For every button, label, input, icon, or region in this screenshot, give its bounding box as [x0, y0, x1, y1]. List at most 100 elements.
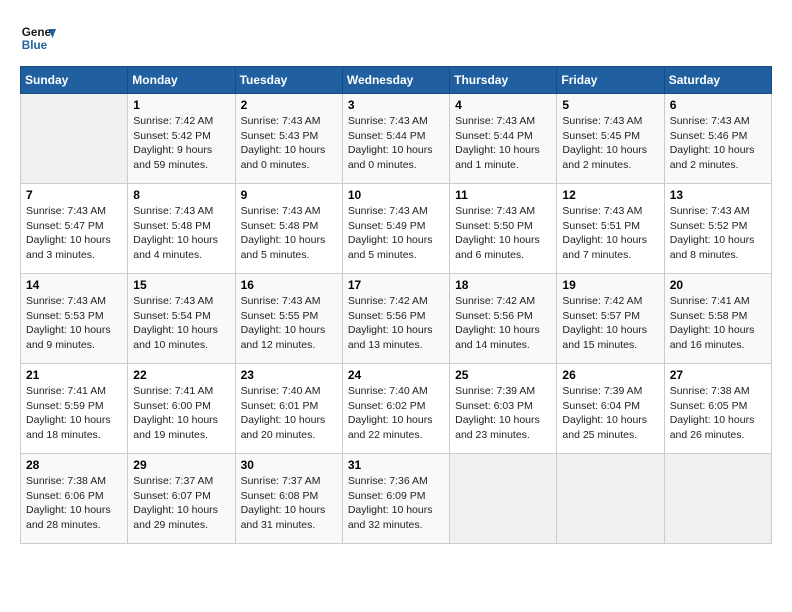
- calendar-day-cell: 20 Sunrise: 7:41 AM Sunset: 5:58 PM Dayli…: [664, 274, 771, 364]
- day-info: Sunrise: 7:43 AM Sunset: 5:53 PM Dayligh…: [26, 294, 122, 353]
- day-info: Sunrise: 7:42 AM Sunset: 5:56 PM Dayligh…: [348, 294, 444, 353]
- calendar-day-cell: 18 Sunrise: 7:42 AM Sunset: 5:56 PM Dayli…: [450, 274, 557, 364]
- day-number: 19: [562, 278, 658, 292]
- day-number: 25: [455, 368, 551, 382]
- day-of-week-header: Tuesday: [235, 67, 342, 94]
- day-info: Sunrise: 7:41 AM Sunset: 5:58 PM Dayligh…: [670, 294, 766, 353]
- day-info: Sunrise: 7:43 AM Sunset: 5:51 PM Dayligh…: [562, 204, 658, 263]
- day-info: Sunrise: 7:38 AM Sunset: 6:06 PM Dayligh…: [26, 474, 122, 533]
- day-number: 8: [133, 188, 229, 202]
- day-info: Sunrise: 7:43 AM Sunset: 5:46 PM Dayligh…: [670, 114, 766, 173]
- logo: General Blue: [20, 20, 30, 56]
- calendar-day-cell: 2Sunrise: 7:43 AM Sunset: 5:43 PM Daylig…: [235, 94, 342, 184]
- day-number: 31: [348, 458, 444, 472]
- day-number: 13: [670, 188, 766, 202]
- day-info: Sunrise: 7:40 AM Sunset: 6:01 PM Dayligh…: [241, 384, 337, 443]
- day-number: 18: [455, 278, 551, 292]
- calendar-day-cell: 10 Sunrise: 7:43 AM Sunset: 5:49 PM Dayli…: [342, 184, 449, 274]
- calendar-day-cell: 14Sunrise: 7:43 AM Sunset: 5:53 PM Dayli…: [21, 274, 128, 364]
- day-info: Sunrise: 7:43 AM Sunset: 5:49 PM Dayligh…: [348, 204, 444, 263]
- day-number: 16: [241, 278, 337, 292]
- calendar-day-cell: [664, 454, 771, 544]
- calendar-day-cell: [450, 454, 557, 544]
- day-info: Sunrise: 7:36 AM Sunset: 6:09 PM Dayligh…: [348, 474, 444, 533]
- day-number: 22: [133, 368, 229, 382]
- calendar-day-cell: 11 Sunrise: 7:43 AM Sunset: 5:50 PM Dayli…: [450, 184, 557, 274]
- day-info: Sunrise: 7:43 AM Sunset: 5:48 PM Dayligh…: [241, 204, 337, 263]
- day-number: 6: [670, 98, 766, 112]
- calendar-day-cell: 26Sunrise: 7:39 AM Sunset: 6:04 PM Dayli…: [557, 364, 664, 454]
- day-info: Sunrise: 7:41 AM Sunset: 5:59 PM Dayligh…: [26, 384, 122, 443]
- day-number: 15: [133, 278, 229, 292]
- day-number: 30: [241, 458, 337, 472]
- day-info: Sunrise: 7:39 AM Sunset: 6:04 PM Dayligh…: [562, 384, 658, 443]
- calendar-day-cell: 12 Sunrise: 7:43 AM Sunset: 5:51 PM Dayli…: [557, 184, 664, 274]
- calendar-day-cell: 17 Sunrise: 7:42 AM Sunset: 5:56 PM Dayli…: [342, 274, 449, 364]
- calendar-day-cell: 16 Sunrise: 7:43 AM Sunset: 5:55 PM Dayli…: [235, 274, 342, 364]
- calendar-table: SundayMondayTuesdayWednesdayThursdayFrid…: [20, 66, 772, 544]
- day-info: Sunrise: 7:43 AM Sunset: 5:43 PM Dayligh…: [241, 114, 337, 173]
- calendar-day-cell: 15 Sunrise: 7:43 AM Sunset: 5:54 PM Dayli…: [128, 274, 235, 364]
- calendar-day-cell: 6 Sunrise: 7:43 AM Sunset: 5:46 PM Daylig…: [664, 94, 771, 184]
- day-info: Sunrise: 7:43 AM Sunset: 5:47 PM Dayligh…: [26, 204, 122, 263]
- calendar-day-cell: 23 Sunrise: 7:40 AM Sunset: 6:01 PM Dayli…: [235, 364, 342, 454]
- calendar-week-row: 1 Sunrise: 7:42 AM Sunset: 5:42 PM Daylig…: [21, 94, 772, 184]
- calendar-week-row: 21 Sunrise: 7:41 AM Sunset: 5:59 PM Dayli…: [21, 364, 772, 454]
- day-info: Sunrise: 7:43 AM Sunset: 5:48 PM Dayligh…: [133, 204, 229, 263]
- day-info: Sunrise: 7:37 AM Sunset: 6:08 PM Dayligh…: [241, 474, 337, 533]
- day-number: 28: [26, 458, 122, 472]
- day-info: Sunrise: 7:40 AM Sunset: 6:02 PM Dayligh…: [348, 384, 444, 443]
- day-info: Sunrise: 7:39 AM Sunset: 6:03 PM Dayligh…: [455, 384, 551, 443]
- day-number: 17: [348, 278, 444, 292]
- calendar-day-cell: 19 Sunrise: 7:42 AM Sunset: 5:57 PM Dayli…: [557, 274, 664, 364]
- day-info: Sunrise: 7:43 AM Sunset: 5:45 PM Dayligh…: [562, 114, 658, 173]
- calendar-day-cell: 8 Sunrise: 7:43 AM Sunset: 5:48 PM Daylig…: [128, 184, 235, 274]
- day-number: 12: [562, 188, 658, 202]
- day-number: 9: [241, 188, 337, 202]
- days-of-week-row: SundayMondayTuesdayWednesdayThursdayFrid…: [21, 67, 772, 94]
- day-number: 1: [133, 98, 229, 112]
- day-info: Sunrise: 7:42 AM Sunset: 5:56 PM Dayligh…: [455, 294, 551, 353]
- svg-text:Blue: Blue: [22, 39, 48, 52]
- day-info: Sunrise: 7:41 AM Sunset: 6:00 PM Dayligh…: [133, 384, 229, 443]
- day-number: 11: [455, 188, 551, 202]
- logo-icon: General Blue: [20, 20, 56, 56]
- calendar-day-cell: 28 Sunrise: 7:38 AM Sunset: 6:06 PM Dayli…: [21, 454, 128, 544]
- day-number: 23: [241, 368, 337, 382]
- calendar-day-cell: 29Sunrise: 7:37 AM Sunset: 6:07 PM Dayli…: [128, 454, 235, 544]
- calendar-day-cell: 30 Sunrise: 7:37 AM Sunset: 6:08 PM Dayli…: [235, 454, 342, 544]
- day-info: Sunrise: 7:43 AM Sunset: 5:50 PM Dayligh…: [455, 204, 551, 263]
- day-of-week-header: Thursday: [450, 67, 557, 94]
- calendar-day-cell: 13 Sunrise: 7:43 AM Sunset: 5:52 PM Dayli…: [664, 184, 771, 274]
- calendar-day-cell: 27Sunrise: 7:38 AM Sunset: 6:05 PM Dayli…: [664, 364, 771, 454]
- calendar-week-row: 28 Sunrise: 7:38 AM Sunset: 6:06 PM Dayli…: [21, 454, 772, 544]
- calendar-day-cell: 5 Sunrise: 7:43 AM Sunset: 5:45 PM Daylig…: [557, 94, 664, 184]
- day-info: Sunrise: 7:42 AM Sunset: 5:42 PM Dayligh…: [133, 114, 229, 173]
- calendar-day-cell: 25 Sunrise: 7:39 AM Sunset: 6:03 PM Dayli…: [450, 364, 557, 454]
- day-number: 10: [348, 188, 444, 202]
- calendar-day-cell: [557, 454, 664, 544]
- day-info: Sunrise: 7:42 AM Sunset: 5:57 PM Dayligh…: [562, 294, 658, 353]
- day-of-week-header: Friday: [557, 67, 664, 94]
- day-number: 7: [26, 188, 122, 202]
- calendar-day-cell: 21 Sunrise: 7:41 AM Sunset: 5:59 PM Dayli…: [21, 364, 128, 454]
- day-number: 27: [670, 368, 766, 382]
- day-number: 21: [26, 368, 122, 382]
- day-info: Sunrise: 7:43 AM Sunset: 5:44 PM Dayligh…: [455, 114, 551, 173]
- day-number: 24: [348, 368, 444, 382]
- calendar-day-cell: 3Sunrise: 7:43 AM Sunset: 5:44 PM Daylig…: [342, 94, 449, 184]
- day-info: Sunrise: 7:43 AM Sunset: 5:54 PM Dayligh…: [133, 294, 229, 353]
- calendar-day-cell: 9 Sunrise: 7:43 AM Sunset: 5:48 PM Daylig…: [235, 184, 342, 274]
- calendar-day-cell: 4Sunrise: 7:43 AM Sunset: 5:44 PM Daylig…: [450, 94, 557, 184]
- day-info: Sunrise: 7:43 AM Sunset: 5:55 PM Dayligh…: [241, 294, 337, 353]
- calendar-day-cell: 22 Sunrise: 7:41 AM Sunset: 6:00 PM Dayli…: [128, 364, 235, 454]
- day-number: 20: [670, 278, 766, 292]
- day-info: Sunrise: 7:43 AM Sunset: 5:52 PM Dayligh…: [670, 204, 766, 263]
- calendar-day-cell: 1 Sunrise: 7:42 AM Sunset: 5:42 PM Daylig…: [128, 94, 235, 184]
- page-header: General Blue: [20, 20, 772, 56]
- calendar-body: 1 Sunrise: 7:42 AM Sunset: 5:42 PM Daylig…: [21, 94, 772, 544]
- calendar-day-cell: [21, 94, 128, 184]
- day-of-week-header: Wednesday: [342, 67, 449, 94]
- calendar-day-cell: 31 Sunrise: 7:36 AM Sunset: 6:09 PM Dayli…: [342, 454, 449, 544]
- day-number: 5: [562, 98, 658, 112]
